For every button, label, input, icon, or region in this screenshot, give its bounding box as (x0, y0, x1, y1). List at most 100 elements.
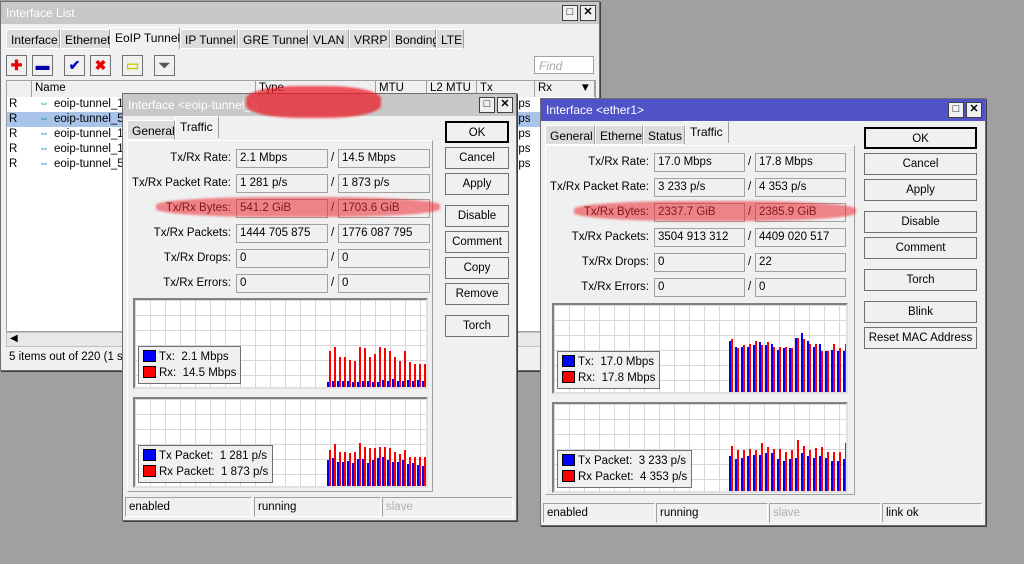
apply-button[interactable]: Apply (445, 173, 509, 195)
comment-button[interactable]: Comment (864, 237, 977, 259)
close-button[interactable]: ✕ (966, 102, 982, 118)
tab-eoip-tunnel[interactable]: EoIP Tunnel (110, 27, 180, 49)
rx-bar (833, 343, 835, 392)
column-menu-icon[interactable]: ▼ (580, 82, 591, 94)
disable-button[interactable]: Disable (864, 211, 977, 233)
filter-button[interactable]: ⏷ (154, 55, 175, 76)
tab-interface[interactable]: Interface (6, 29, 60, 49)
column-header-flag[interactable] (7, 81, 32, 97)
rx-bar (394, 356, 396, 387)
title-bar[interactable]: Interface List □ ✕ (1, 2, 599, 24)
torch-button[interactable]: Torch (445, 315, 509, 337)
tx-color-swatch (562, 454, 575, 466)
tx-rx-packet-rate-label: Tx/Rx Packet Rate: (131, 177, 231, 189)
rx-bar (845, 442, 846, 491)
tx-rx-packet-rate-tx-field: 1 281 p/s (236, 174, 328, 193)
rx-legend-item: Rx: 17.8 Mbps (562, 370, 655, 386)
rx-bar (419, 457, 421, 486)
tab-status[interactable]: Status (643, 125, 685, 145)
tab-general[interactable]: General (127, 120, 175, 140)
rx-bar (354, 451, 356, 486)
rx-bar (749, 448, 751, 491)
tx-rx-packet-rate-label: Tx/Rx Packet Rate: (549, 181, 649, 193)
copy-button[interactable]: Copy (445, 257, 509, 279)
status-running: running (254, 497, 381, 517)
tab-general[interactable]: General (545, 125, 595, 145)
cancel-button[interactable]: Cancel (864, 153, 977, 175)
close-button[interactable]: ✕ (497, 97, 513, 113)
tx-rx-drops-label: Tx/Rx Drops: (163, 252, 231, 264)
apply-button[interactable]: Apply (864, 179, 977, 201)
tx-bar (427, 464, 428, 486)
tx-rx-rate-tx-field: 17.0 Mbps (654, 153, 745, 172)
row-name: eoip-tunnel_51 (54, 158, 131, 170)
rx-bar (354, 360, 356, 387)
tx-rx-packet-rate-rx-field: 4 353 p/s (755, 178, 846, 197)
remove-button[interactable]: Remove (445, 283, 509, 305)
rx-bar (821, 351, 823, 392)
add-button[interactable]: ✚ (6, 55, 27, 76)
tab-vrrp[interactable]: VRRP (349, 29, 390, 49)
tab-traffic[interactable]: Traffic (685, 121, 729, 143)
rx-bar (815, 447, 817, 491)
rx-bar (749, 344, 751, 392)
separator: / (748, 181, 752, 193)
tab-gre-tunnel[interactable]: GRE Tunnel (238, 29, 308, 49)
ok-button[interactable]: OK (445, 121, 509, 143)
remove-button[interactable]: ▬ (32, 55, 53, 76)
rx-bar (419, 363, 421, 387)
tx-rx-drops-tx-field: 0 (654, 253, 745, 272)
tx-legend-text: Tx Packet: 1 281 p/s (159, 450, 268, 462)
tab-ethernet[interactable]: Ethernet (60, 29, 110, 49)
rx-bar (414, 457, 416, 486)
find-input[interactable]: Find (534, 56, 594, 74)
blink-button[interactable]: Blink (864, 301, 977, 323)
tx-rx-drops-rx-field: 22 (755, 253, 846, 272)
rx-bar (773, 448, 775, 491)
ok-button[interactable]: OK (864, 127, 977, 149)
torch-button[interactable]: Torch (864, 269, 977, 291)
packet-graph: Tx Packet: 3 233 p/s Rx Packet: 4 353 p/s (552, 402, 848, 493)
status-link-ok: link ok (882, 503, 982, 523)
row-flag: R (9, 143, 18, 155)
rx-bar (827, 351, 829, 392)
separator: / (748, 156, 752, 168)
tab-bonding[interactable]: Bonding (390, 29, 439, 49)
rx-bar (761, 442, 763, 491)
reset-mac-address-button[interactable]: Reset MAC Address (864, 327, 977, 349)
eoip-tunnel-icon: ⇔ (39, 128, 49, 139)
eoip-tunnel-dialog: Interface <eoip-tunnel_5 □ ✕ General Traf… (122, 86, 517, 521)
rx-bar (334, 443, 336, 486)
close-button[interactable]: ✕ (580, 5, 596, 21)
tab-bar: General Ethernet Status Traffic (545, 121, 845, 145)
tx-rx-rate-tx-field: 2.1 Mbps (236, 149, 328, 168)
rx-bar (399, 454, 401, 486)
maximize-button[interactable]: □ (948, 102, 964, 118)
row-flag: R (9, 128, 18, 140)
maximize-button[interactable]: □ (479, 97, 495, 113)
tab-ip-tunnel[interactable]: IP Tunnel (180, 29, 238, 49)
tab-vlan[interactable]: VLAN (308, 29, 349, 49)
disable-button[interactable]: Disable (445, 205, 509, 227)
maximize-button[interactable]: □ (562, 5, 578, 21)
separator: / (331, 227, 335, 239)
rx-header-label: Rx (538, 82, 553, 94)
cancel-button[interactable]: Cancel (445, 147, 509, 169)
rx-legend-item: Rx Packet: 4 353 p/s (562, 469, 687, 485)
rx-bar (329, 351, 331, 387)
tab-traffic[interactable]: Traffic (175, 116, 219, 138)
rx-bar (349, 359, 351, 387)
column-header-rx[interactable]: Rx ▼ (535, 81, 595, 97)
rx-bar (379, 346, 381, 387)
rx-bar (339, 451, 341, 486)
traffic-panel: Tx/Rx Rate: 17.0 Mbps/17.8 Mbps Tx/Rx Pack… (545, 145, 856, 495)
comment-button[interactable]: Comment (445, 231, 509, 253)
rx-legend-text: Rx Packet: 4 353 p/s (578, 471, 688, 483)
tx-legend-item: Tx Packet: 1 281 p/s (143, 448, 268, 464)
tab-lte[interactable]: LTE (436, 29, 464, 49)
title-bar[interactable]: Interface <ether1> □ ✕ (541, 99, 985, 121)
tab-ethernet[interactable]: Ethernet (595, 125, 645, 145)
comment-button[interactable]: ▭ (122, 55, 143, 76)
enable-button[interactable]: ✔ (64, 55, 85, 76)
disable-button[interactable]: ✖ (90, 55, 111, 76)
